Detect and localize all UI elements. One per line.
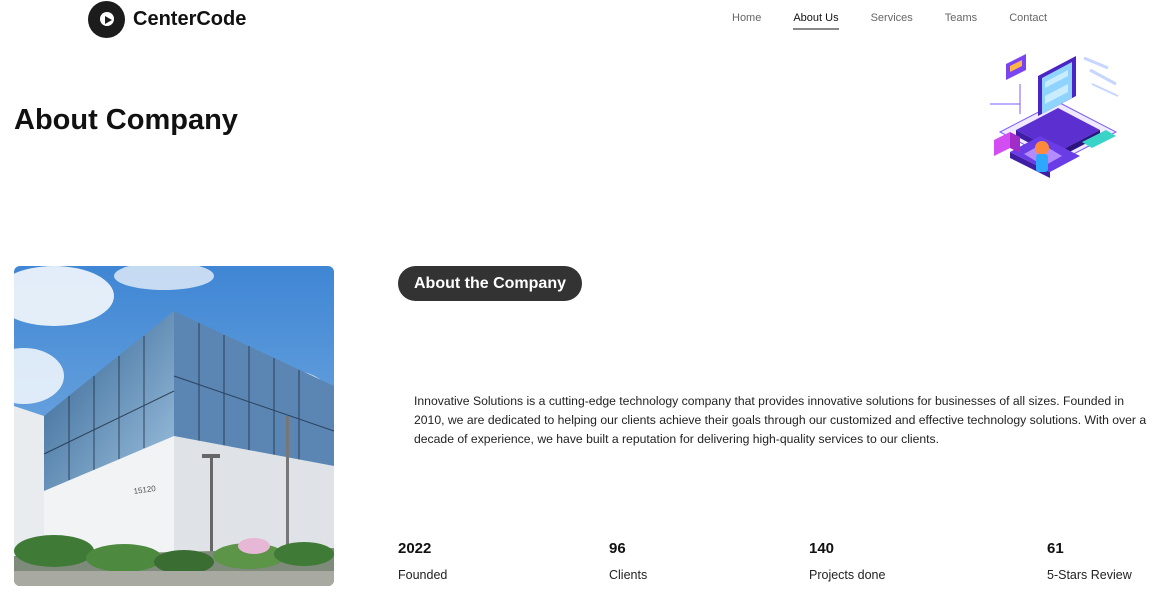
stat-label: Clients — [609, 568, 648, 582]
stat-label: Founded — [398, 568, 448, 582]
nav-item-services[interactable]: Services — [871, 12, 913, 30]
company-description: Innovative Solutions is a cutting-edge t… — [414, 394, 1147, 446]
brand-name: CenterCode — [133, 8, 247, 30]
nav-item-about-us[interactable]: About Us — [793, 12, 839, 30]
stat-founded: 2022 Founded — [398, 540, 447, 582]
about-the-company-badge: About the Company — [398, 266, 582, 301]
brand-logo-icon — [88, 1, 125, 38]
nav-item-home[interactable]: Home — [732, 12, 761, 30]
main-nav: Home About Us Services Teams Contact — [732, 12, 1079, 30]
nav-item-contact[interactable]: Contact — [1009, 12, 1047, 30]
stat-value: 140 — [809, 540, 835, 557]
navbar: CenterCode Home About Us Services Teams … — [0, 0, 1170, 40]
stat-value: 2022 — [398, 540, 432, 557]
stat-value: 96 — [609, 540, 626, 557]
stat-label: Projects done — [809, 568, 886, 582]
stat-clients: 96 Clients — [609, 540, 647, 582]
stat-projects-done: 140 Projects done — [809, 540, 885, 582]
nav-item-teams[interactable]: Teams — [945, 12, 977, 30]
office-building-photo: 15120 — [14, 266, 334, 586]
stat-value: 61 — [1047, 540, 1064, 557]
stat-label: 5-Stars Review — [1047, 568, 1132, 582]
isometric-tech-illustration — [990, 54, 1119, 178]
page-title: About Company — [14, 104, 238, 136]
brand-link[interactable]: CenterCode — [88, 1, 246, 38]
stat-five-star-reviews: 61 5-Stars Review — [1047, 540, 1132, 582]
